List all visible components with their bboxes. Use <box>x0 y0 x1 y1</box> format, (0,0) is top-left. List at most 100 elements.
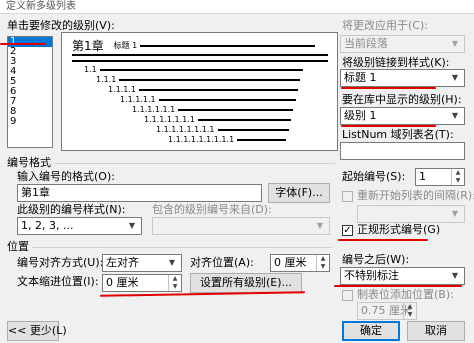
link-style-label: 将级别链接到样式(K): <box>342 56 450 69</box>
preview-row: 1.1.1.1.1 <box>120 95 296 104</box>
number-style-value: 1, 2, 3, ... <box>21 219 74 232</box>
align-label: 编号对齐方式(U): <box>17 256 104 269</box>
preview-line <box>139 88 298 91</box>
tab-stop-label: 制表位添加位置(B): <box>357 288 454 301</box>
define-multilevel-list-dialog: 定义新多级列表 单击要修改的级别(V): 123456789 第1章 标题 1 … <box>0 0 474 343</box>
start-at-spinner[interactable]: 1 ▲ ▼ <box>415 168 465 186</box>
spin-buttons[interactable]: ▲ ▼ <box>316 255 329 271</box>
down-arrow-icon: ▼ <box>320 263 326 270</box>
number-style-select[interactable]: 1, 2, 3, ... ▼ <box>17 217 142 235</box>
cancel-button[interactable]: 取消 <box>407 321 465 341</box>
chevron-down-icon: ▼ <box>451 271 459 280</box>
number-style-label: 此级别的编号样式(N): <box>17 203 126 216</box>
preview-line <box>119 78 301 81</box>
font-button[interactable]: 字体(F)... <box>268 183 330 203</box>
follow-number-label: 编号之后(W): <box>342 253 410 266</box>
legal-style-label: 正规形式编号(G) <box>357 223 441 236</box>
aligned-at-value: 0 厘米 <box>274 256 307 269</box>
section-divider <box>32 247 332 248</box>
preview-row: 1.1.1.1.1.1.1.1 <box>156 125 289 134</box>
link-style-value: 标题 1 <box>344 71 377 84</box>
preview-heading-row: 第1章 标题 1 <box>72 37 316 54</box>
preview-row: 1.1 <box>84 65 303 74</box>
apply-to-label: 将更改应用于(C): <box>342 19 428 32</box>
listnum-label: ListNum 域列表名(T): <box>342 128 454 141</box>
format-label: 输入编号的格式(O): <box>17 170 115 183</box>
checkmark-icon: ✓ <box>343 225 352 236</box>
preview-line <box>197 118 291 121</box>
preview-line <box>178 108 294 111</box>
spin-buttons: ▲ ▼ <box>403 303 416 319</box>
spin-buttons[interactable]: ▲ ▼ <box>168 275 181 291</box>
apply-to-select: 当前段落 ▼ <box>340 35 465 53</box>
preview-line <box>217 128 289 131</box>
annotation-underline <box>338 239 428 241</box>
aligned-at-label: 对齐位置(A): <box>190 256 254 269</box>
set-all-levels-button[interactable]: 设置所有级别(E)... <box>190 273 302 293</box>
gallery-level-value: 级别 1 <box>344 109 377 122</box>
preview-row: 1.1.1 <box>96 75 301 84</box>
chevron-down-icon: ▼ <box>128 221 136 230</box>
chevron-down-icon: ▼ <box>451 209 459 218</box>
annotation-underline <box>0 43 46 45</box>
less-button[interactable]: << 更少(L) <box>7 321 67 341</box>
up-arrow-icon: ▲ <box>455 169 461 176</box>
annotation-underline <box>334 285 462 287</box>
down-arrow-icon: ▼ <box>407 311 413 318</box>
annotation-underline <box>341 87 436 89</box>
level-list-item[interactable]: 9 <box>8 117 52 127</box>
align-select[interactable]: 左对齐 ▼ <box>102 254 182 272</box>
level-list-label: 单击要修改的级别(V): <box>7 19 115 32</box>
indent-label: 文本缩进位置(I): <box>17 275 99 288</box>
number-format-section-label: 编号格式 <box>7 156 51 169</box>
preview-row: 1.1.1.1.1.1 <box>132 105 294 114</box>
restart-checkbox <box>342 191 353 202</box>
down-arrow-icon: ▼ <box>172 283 178 290</box>
chevron-down-icon: ▼ <box>451 39 459 48</box>
listnum-input[interactable] <box>340 142 465 160</box>
ok-button[interactable]: 确定 <box>342 321 400 341</box>
preview-line <box>72 54 328 56</box>
section-divider <box>55 163 335 164</box>
preview-row-number: 1.1.1.1.1 <box>120 95 156 104</box>
gallery-level-select[interactable]: 级别 1 ▼ <box>340 107 465 125</box>
preview-heading-line <box>140 44 316 47</box>
gallery-level-label: 要在库中显示的级别(H): <box>342 93 462 106</box>
include-level-select: ▼ <box>152 217 330 235</box>
indent-spinner[interactable]: 0 厘米 ▲ ▼ <box>102 274 182 292</box>
aligned-at-spinner[interactable]: 0 厘米 ▲ ▼ <box>270 254 330 272</box>
preview-row-number: 1.1.1.1 <box>108 85 136 94</box>
preview-row: 1.1.1.1.1.1.1 <box>144 115 291 124</box>
tab-stop-spinner: 0.75 厘米 ▲ ▼ <box>357 302 417 320</box>
preview-row-number: 1.1.1.1.1.1.1.1 <box>156 125 215 134</box>
preview-line <box>237 138 287 141</box>
legal-style-checkbox[interactable]: ✓ <box>342 225 353 236</box>
chevron-down-icon: ▼ <box>451 111 459 120</box>
chevron-down-icon: ▼ <box>316 221 324 230</box>
align-value: 左对齐 <box>106 256 139 269</box>
chevron-down-icon: ▼ <box>168 258 176 267</box>
down-arrow-icon: ▼ <box>455 177 461 184</box>
preview-row-number: 1.1.1 <box>96 75 117 84</box>
annotation-underline <box>99 291 306 297</box>
preview-line <box>72 60 328 62</box>
list-preview: 第1章 标题 1 1.1 1.1.1 1.1.1.1 1.1.1.1.1 1.1.1.1… <box>61 32 338 151</box>
title-bar: 定义新多级列表 <box>0 0 474 14</box>
start-at-label: 起始编号(S): <box>342 170 406 183</box>
preview-heading-number: 第1章 <box>72 39 104 53</box>
link-style-select[interactable]: 标题 1 ▼ <box>340 69 465 87</box>
preview-line <box>158 98 296 101</box>
level-list[interactable]: 123456789 <box>7 36 53 148</box>
restart-label: 重新开始列表的间隔(R): <box>357 189 474 202</box>
follow-number-select[interactable]: 不特别标注 ▼ <box>340 267 465 285</box>
dialog-title: 定义新多级列表 <box>6 1 76 12</box>
preview-row-number: 1.1.1.1.1.1 <box>132 105 176 114</box>
position-section-label: 位置 <box>7 240 29 253</box>
format-input[interactable]: 第1章 <box>17 184 262 202</box>
spin-buttons[interactable]: ▲ ▼ <box>451 169 464 185</box>
indent-value: 0 厘米 <box>106 276 139 289</box>
up-arrow-icon: ▲ <box>407 303 413 310</box>
start-at-value: 1 <box>419 170 426 183</box>
preview-row-number: 1.1 <box>84 65 97 74</box>
preview-line <box>99 68 303 71</box>
